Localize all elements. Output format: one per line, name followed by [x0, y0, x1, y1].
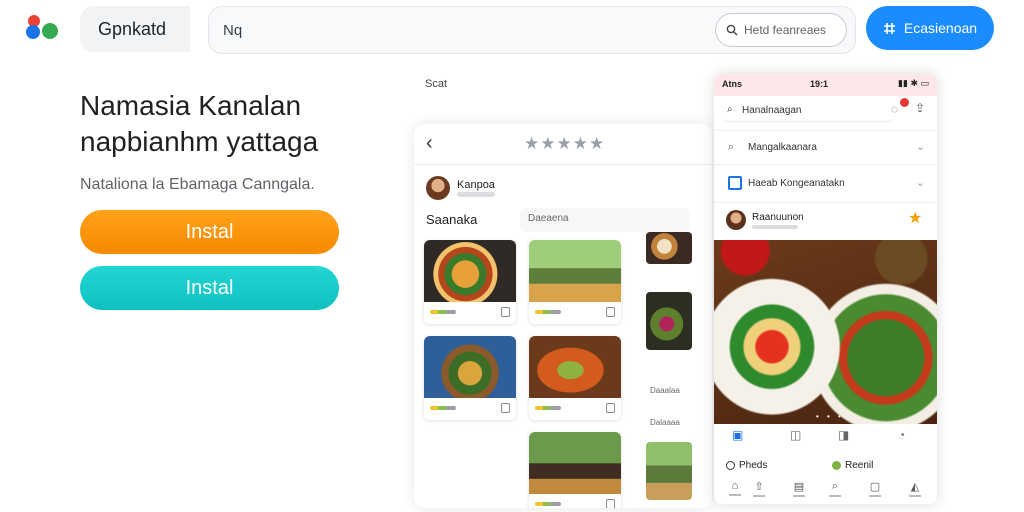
phone-list-row: Haeab Kongeanatakn ⌄ [714, 168, 937, 200]
install-button-secondary[interactable]: Instal [80, 266, 339, 310]
nav-profile-icon: ◭ [904, 480, 926, 497]
author-subtitle-placeholder [457, 192, 495, 197]
recipe-card [424, 336, 516, 420]
chevron-down-icon: ⌄ [915, 141, 925, 153]
search-icon [726, 24, 738, 36]
divider [714, 164, 937, 165]
notification-icon: ◌ [891, 102, 899, 116]
divider [414, 164, 712, 165]
author-name: Raanuunon [752, 212, 804, 223]
tab-share-icon: ◔ [898, 428, 906, 442]
screenshots-label: Scat [425, 78, 448, 90]
search-filter-label: Hetd feanreaes [744, 23, 827, 37]
side-label: Dalaaaa [650, 418, 680, 427]
tab-comment-icon: ◨ [838, 428, 850, 442]
rating-dots [430, 406, 456, 410]
app-logo[interactable] [26, 15, 62, 41]
search-input-text: Nq [223, 22, 243, 39]
section-field: Daeaena [520, 208, 690, 232]
side-label: Daaalaa [650, 386, 680, 395]
calendar-icon [728, 176, 742, 190]
phone-chip: Reenil [832, 460, 873, 471]
nav-cart-icon: ▤ [788, 480, 810, 497]
recipe-card [529, 432, 621, 508]
rating-stars: ★★★★★ [524, 134, 606, 153]
phone-chip: Pheds [726, 460, 767, 471]
bookmark-icon [501, 403, 510, 413]
grid-plus-icon [883, 22, 895, 34]
carousel-dots: • • • [816, 412, 844, 421]
bookmark-icon [606, 403, 615, 413]
divider [714, 130, 937, 131]
avatar [426, 176, 450, 200]
app-store-page: Gpnkatd Nq Hetd feanreaes Ecasienoan Nam… [0, 0, 1024, 512]
logo-dot-green [42, 23, 58, 39]
divider [714, 202, 937, 203]
search-icon: ⌕ [728, 141, 735, 153]
clock-icon [726, 461, 735, 470]
row-label: Mangalkaanara [748, 142, 817, 153]
phone-list-row: ⌕ Mangalkaanara ⌄ [714, 132, 937, 164]
recipe-card [529, 336, 621, 420]
rating-dots [430, 310, 456, 314]
notification-badge [900, 98, 909, 107]
tab-home-icon: ▣ [732, 428, 744, 442]
hero-title: Namasia Kanalan napbianhm yattaga [80, 90, 319, 157]
rating-dots [535, 502, 561, 506]
tablet-screenshot: ‹ ★★★★★ Kanpoa Saanaka Daeaena Daaalaa D… [414, 124, 712, 508]
carrier-label: Atns [722, 79, 742, 89]
food-image-strip [646, 292, 692, 350]
food-hero-image [714, 240, 937, 424]
bookmark-icon [606, 307, 615, 317]
section-label: Saanaka [426, 212, 478, 227]
avatar [726, 210, 746, 230]
chip-label: Pheds [739, 460, 768, 471]
nav-home-icon: ⌂ [724, 480, 746, 496]
favorite-star-icon: ★ [908, 210, 923, 227]
back-arrow-icon: ‹ [426, 132, 433, 154]
author-subtitle-placeholder [752, 225, 798, 229]
status-time: 19:1 [810, 79, 829, 89]
search-icon: ⌕ [727, 104, 733, 115]
author-name: Kanpoa [457, 179, 495, 191]
nav-upload-icon: ⇧ [748, 480, 770, 497]
phone-screenshot: Atns 19:1 ▮▮ ✱ ▭ ⌕ Hanalnaagan ◌ ⇪ ⌕ Man… [714, 74, 937, 504]
tab-info-icon: ◫ [790, 428, 802, 442]
search-filter-pill[interactable]: Hetd feanreaes [715, 13, 847, 47]
header-cta-button[interactable]: Ecasienoan [866, 6, 994, 50]
bookmark-icon [606, 499, 615, 508]
row-label: Haeab Kongeanatakn [748, 178, 845, 189]
rating-dots [535, 406, 561, 410]
search-input[interactable]: Nq Hetd feanreaes [208, 6, 856, 54]
recipe-card [529, 240, 621, 324]
brand-name[interactable]: Gpnkatd [80, 6, 190, 52]
chevron-down-icon: ⌄ [915, 177, 925, 189]
nav-saved-icon: ▢ [864, 480, 886, 497]
recipe-card [424, 240, 516, 324]
nav-search-icon: ⌕ [824, 480, 846, 497]
signal-wifi-battery-icon: ▮▮ ✱ ▭ [898, 78, 929, 88]
food-image [424, 336, 516, 398]
phone-search-text: Hanalnaagan [742, 105, 802, 116]
chip-label: Reenil [845, 460, 874, 471]
rating-dots [535, 310, 561, 314]
header-cta-label: Ecasienoan [903, 20, 978, 36]
food-image [424, 240, 516, 302]
status-bar: Atns 19:1 ▮▮ ✱ ▭ [714, 74, 937, 96]
food-image [529, 336, 621, 398]
install-button-primary[interactable]: Instal [80, 210, 339, 254]
food-image-strip [646, 232, 692, 264]
food-image-strip [646, 442, 692, 500]
food-image [529, 240, 621, 302]
bookmark-icon [501, 307, 510, 317]
share-icon: ⇪ [915, 101, 926, 115]
hero-subtitle: Nataliona la Ebamaga Canngala. [80, 176, 315, 193]
leaf-icon [832, 461, 841, 470]
logo-dot-blue [26, 25, 40, 39]
food-image [529, 432, 621, 494]
phone-search-input: ⌕ Hanalnaagan [722, 100, 894, 122]
